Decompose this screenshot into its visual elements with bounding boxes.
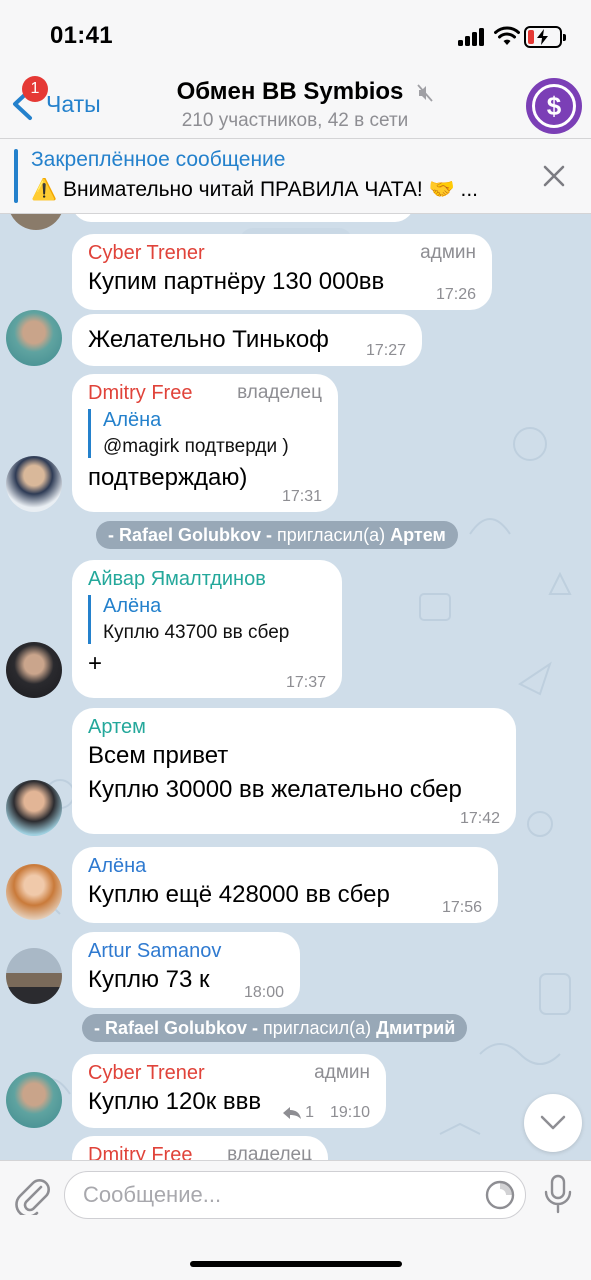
message-time: 17:27: [365, 342, 406, 359]
service-action: пригласил(а): [263, 1018, 372, 1038]
sender-name[interactable]: Artur Samanov: [88, 940, 284, 963]
service-actor[interactable]: - Rafael Golubkov -: [94, 1018, 258, 1038]
message-bubble[interactable]: Dmitry Free владелец Алёна @magirk подтв…: [72, 374, 338, 512]
chat-title[interactable]: Обмен ВВ Symbios: [150, 78, 430, 106]
message-bubble-partial[interactable]: Dmitry Free владелец: [72, 1136, 328, 1160]
message-bubble-partial[interactable]: [72, 214, 414, 222]
home-indicator[interactable]: [190, 1261, 402, 1267]
message-bubble[interactable]: Айвар Ямалтдинов Алёна Куплю 43700 вв сб…: [72, 560, 342, 698]
sender-name[interactable]: Айвар Ямалтдинов: [88, 568, 326, 591]
message-text-line: Всем привет: [88, 742, 229, 769]
avatar[interactable]: [6, 456, 62, 512]
message-time: 17:42: [459, 810, 500, 827]
sender-name[interactable]: Cyber Trener: [88, 242, 476, 265]
avatar[interactable]: [6, 310, 62, 366]
status-bar: 01:41: [0, 0, 591, 70]
replies-indicator[interactable]: 1: [282, 1104, 314, 1122]
chat-header: Чаты 1 Обмен ВВ Symbios 210 участников, …: [0, 70, 591, 138]
message-text: Желательно Тинькоф: [88, 326, 329, 353]
sticker-icon[interactable]: [484, 1179, 516, 1211]
battery-icon: [524, 26, 566, 48]
avatar[interactable]: [6, 780, 62, 836]
reply-text: @magirk подтверди ): [103, 436, 289, 457]
message-text-line: Куплю 30000 вв желательно сбер: [88, 776, 462, 803]
avatar[interactable]: [6, 642, 62, 698]
reply-text: Куплю 43700 вв сбер: [103, 622, 290, 643]
microphone-icon[interactable]: [542, 1174, 574, 1214]
cellular-signal-icon: [458, 28, 486, 46]
service-actor[interactable]: - Rafael Golubkov -: [108, 525, 272, 545]
sender-role: владелец: [227, 1144, 312, 1160]
message-time: 19:10: [329, 1104, 370, 1121]
message-bubble[interactable]: Cyber Trener админ Куплю 120к ввв 1 19:1…: [72, 1054, 386, 1128]
charging-bolt-icon: [537, 29, 548, 45]
unread-badge: 1: [22, 76, 48, 102]
sender-name[interactable]: Алёна: [88, 855, 482, 878]
reply-author: Алёна: [103, 409, 162, 431]
reply-count: 1: [305, 1104, 314, 1121]
message-input[interactable]: [64, 1171, 526, 1219]
sender-role: админ: [420, 242, 476, 263]
service-message: - Rafael Golubkov - пригласил(а) Дмитрий: [82, 1014, 468, 1042]
message-bubble[interactable]: Cyber Trener админ Купим партнёру 130 00…: [72, 234, 492, 310]
wifi-icon: [494, 26, 520, 45]
chat-subtitle: 210 участников, 42 в сети: [181, 110, 409, 131]
back-label: Чаты: [46, 90, 101, 117]
service-target[interactable]: Дмитрий: [376, 1018, 455, 1038]
dollar-icon: $: [532, 84, 576, 128]
muted-icon: [417, 84, 433, 102]
message-time: 17:37: [285, 674, 326, 691]
message-text: Куплю ещё 428000 вв сбер: [88, 881, 390, 908]
reply-author: Алёна: [103, 595, 162, 617]
service-message: - Rafael Golubkov - пригласил(а) Артем: [96, 521, 458, 549]
sender-role: админ: [314, 1062, 370, 1083]
chat-avatar[interactable]: $: [526, 78, 582, 134]
scroll-down-button[interactable]: [524, 1094, 582, 1152]
message-bubble[interactable]: Желательно Тинькоф 17:27: [72, 314, 422, 366]
chevron-down-icon: [540, 1115, 566, 1130]
message-text: Куплю 120к ввв: [88, 1088, 262, 1115]
avatar[interactable]: [6, 948, 62, 1004]
message-time: 17:56: [441, 899, 482, 916]
pinned-text: ⚠️ Внимательно читай ПРАВИЛА ЧАТА! 🤝 ...: [31, 178, 479, 201]
reply-quote[interactable]: Алёна @magirk подтверди ): [88, 409, 322, 458]
pinned-message[interactable]: Закреплённое сообщение ⚠️ Внимательно чи…: [0, 138, 591, 214]
message-list[interactable]: Cyber Trener админ Купим партнёру 130 00…: [0, 214, 591, 1160]
reply-arrow-icon: [283, 1107, 302, 1119]
message-bubble[interactable]: Алёна Куплю ещё 428000 вв сбер 17:56: [72, 847, 498, 923]
message-bubble[interactable]: Артем Всем привет Куплю 30000 вв желател…: [72, 708, 516, 834]
message-text: Купим партнёру 130 000вв: [88, 268, 385, 295]
message-time: 17:26: [435, 286, 476, 303]
service-target[interactable]: Артем: [390, 525, 446, 545]
close-icon[interactable]: [542, 164, 566, 188]
sender-role: владелец: [237, 382, 322, 403]
avatar[interactable]: [6, 864, 62, 920]
reply-quote[interactable]: Алёна Куплю 43700 вв сбер: [88, 595, 326, 644]
avatar[interactable]: [6, 1072, 62, 1128]
status-time: 01:41: [50, 22, 113, 49]
pinned-title: Закреплённое сообщение: [31, 148, 286, 171]
pinned-accent-bar: [14, 149, 18, 203]
message-bubble[interactable]: Artur Samanov Куплю 73 к 18:00: [72, 932, 300, 1008]
message-time: 18:00: [243, 984, 284, 1001]
service-action: пригласил(а): [277, 525, 386, 545]
message-time: 17:31: [281, 488, 322, 505]
sender-name[interactable]: Артем: [88, 716, 500, 739]
paperclip-icon[interactable]: [14, 1175, 52, 1215]
